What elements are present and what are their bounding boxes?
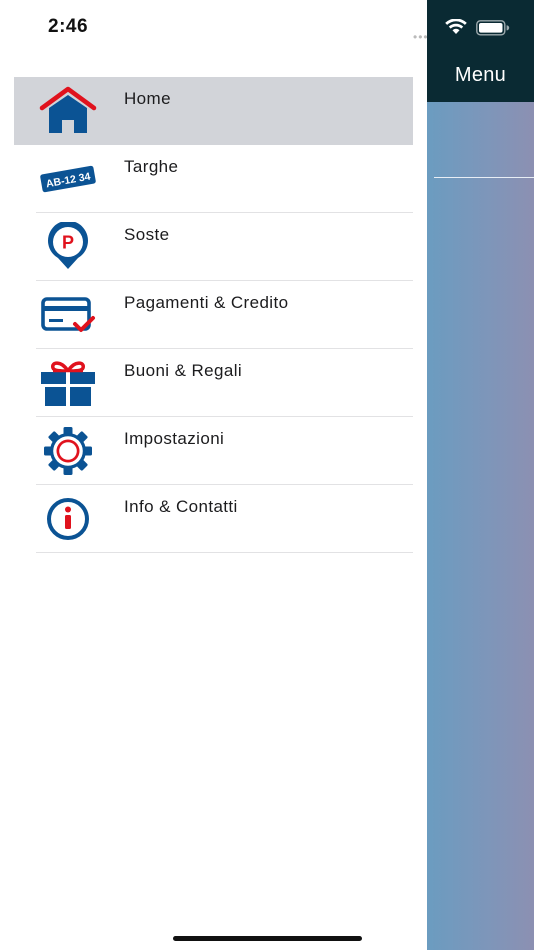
battery-icon <box>476 20 510 41</box>
menu-item-label: Home <box>124 89 171 108</box>
credit-card-icon <box>38 289 98 341</box>
menu-item-soste[interactable]: P Soste <box>14 213 413 281</box>
menu-separator <box>36 552 413 553</box>
background-divider <box>434 177 534 178</box>
license-plate-icon: AB-12 34 <box>38 153 98 205</box>
parking-letter: P <box>62 233 74 253</box>
info-icon <box>38 493 98 545</box>
wifi-icon <box>444 18 468 40</box>
menu-item-label: Buoni & Regali <box>124 361 243 380</box>
home-icon <box>38 85 98 137</box>
navigation-drawer: Home AB-12 34 Targhe P Soste Pagamenti &… <box>0 0 427 950</box>
menu-item-label: Soste <box>124 225 170 244</box>
background-screen[interactable] <box>427 0 534 950</box>
menu-item-label: Info & Contatti <box>124 497 238 516</box>
menu-item-buoni[interactable]: Buoni & Regali <box>14 349 413 417</box>
menu-item-impostazioni[interactable]: Impostazioni <box>14 417 413 485</box>
parking-pin-icon: P <box>38 221 98 273</box>
menu-item-targhe[interactable]: AB-12 34 Targhe <box>14 145 413 213</box>
menu-list: Home AB-12 34 Targhe P Soste Pagamenti &… <box>14 77 413 553</box>
menu-item-home[interactable]: Home <box>14 77 413 145</box>
menu-item-label: Impostazioni <box>124 429 225 448</box>
gear-icon <box>38 425 98 477</box>
background-header-title: Menu <box>454 64 507 86</box>
gift-icon <box>38 357 98 409</box>
menu-item-pagamenti[interactable]: Pagamenti & Credito <box>14 281 413 349</box>
menu-item-label: Pagamenti & Credito <box>124 293 289 312</box>
menu-item-info[interactable]: Info & Contatti <box>14 485 413 553</box>
menu-item-label: Targhe <box>124 157 179 176</box>
home-indicator[interactable] <box>173 936 362 941</box>
